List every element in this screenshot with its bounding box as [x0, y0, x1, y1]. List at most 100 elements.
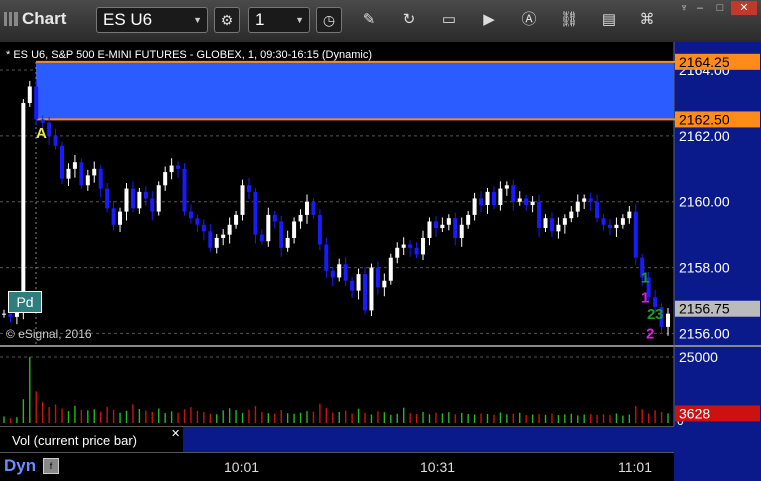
- minimize-button[interactable]: –: [690, 1, 710, 15]
- candle-body: [2, 313, 6, 315]
- candle-body: [607, 224, 612, 229]
- refresh-button[interactable]: ↻: [398, 9, 420, 31]
- refresh-icon: ↻: [402, 11, 416, 28]
- candle-body: [375, 267, 380, 288]
- price-band: [36, 61, 674, 120]
- candle-body: [279, 221, 284, 248]
- symbol-settings-button[interactable]: ⚙: [214, 7, 240, 33]
- band-price-label: 2164.25: [679, 54, 730, 70]
- candle-body: [595, 201, 600, 219]
- candle-body: [188, 211, 193, 219]
- maximize-button[interactable]: □: [710, 1, 730, 15]
- candle-body: [601, 218, 606, 225]
- axis-corner: [674, 426, 761, 481]
- candle-body: [543, 218, 548, 229]
- candle-body: [485, 191, 490, 206]
- window-title[interactable]: Chart: [4, 9, 66, 29]
- candle-body: [421, 237, 426, 255]
- candle-body: [111, 208, 116, 225]
- candle-body: [72, 162, 77, 169]
- trade-ticket-icon: ▭: [441, 11, 457, 28]
- minimize-icon: –: [696, 2, 704, 14]
- volume-panel-tab[interactable]: Vol (current price bar) ✕: [0, 426, 183, 453]
- symbol-select[interactable]: ES U6 ▼: [96, 7, 208, 33]
- candle-body: [208, 231, 213, 248]
- candle-body: [517, 198, 522, 202]
- candle-body: [266, 214, 271, 242]
- study-marker: 1: [641, 270, 649, 287]
- candle-body: [562, 218, 567, 225]
- candle-body: [459, 224, 464, 238]
- candle-body: [350, 280, 355, 291]
- candle-body: [118, 211, 123, 225]
- candle-body: [511, 185, 516, 202]
- price-chart[interactable]: 2164.002162.002160.002158.002156.002164.…: [0, 42, 761, 426]
- candle-body: [240, 185, 245, 215]
- comment-button[interactable]: ▤: [598, 9, 620, 31]
- candle-body: [176, 165, 181, 169]
- maximize-icon: □: [716, 2, 724, 14]
- band-price-label: 2162.50: [679, 111, 730, 127]
- candle-body: [214, 237, 219, 248]
- candle-body: [491, 191, 496, 206]
- draw-tool-button[interactable]: ✎: [358, 9, 380, 31]
- candle-body: [298, 214, 303, 222]
- candle-body: [479, 198, 484, 206]
- candle-body: [363, 274, 368, 311]
- candle-body: [227, 224, 232, 235]
- candle-body: [382, 280, 387, 288]
- candle-body: [105, 188, 110, 209]
- interval-clock-button[interactable]: ◷: [316, 7, 342, 33]
- candle-body: [234, 214, 239, 225]
- time-tick-label: 11:01: [618, 459, 652, 475]
- candle-body: [317, 214, 322, 245]
- candle-body: [150, 198, 155, 212]
- candle-body: [666, 313, 670, 327]
- symbol-value: ES U6: [103, 10, 153, 29]
- lock-icon[interactable]: f: [43, 458, 59, 474]
- copyright-text: © eSignal, 2016: [6, 327, 92, 341]
- study-marker: 1: [641, 289, 649, 306]
- price-tick-label: 2162.00: [679, 128, 730, 144]
- interval-value: 1: [255, 10, 265, 29]
- candle-body: [569, 211, 574, 219]
- comment-icon: ▤: [601, 11, 617, 28]
- candle-body: [356, 274, 361, 291]
- window-grip-icon[interactable]: [4, 12, 18, 26]
- candle-body: [582, 198, 587, 202]
- candle-body: [549, 218, 554, 232]
- close-button[interactable]: ✕: [731, 1, 757, 15]
- link-button[interactable]: ⛓: [558, 9, 580, 31]
- layout-button[interactable]: ⌘: [636, 9, 658, 31]
- interval-select[interactable]: 1 ▼: [248, 7, 310, 33]
- candle-body: [620, 218, 625, 225]
- candle-body: [466, 214, 471, 225]
- candle-body: [369, 267, 374, 311]
- candle-body: [472, 198, 477, 215]
- window-title-text: Chart: [22, 9, 67, 28]
- candle-body: [130, 188, 135, 209]
- volume-panel-label: Vol (current price bar): [12, 433, 137, 448]
- close-icon[interactable]: ✕: [171, 427, 180, 440]
- candle-body: [401, 244, 406, 248]
- replay-button[interactable]: ▶: [478, 9, 500, 31]
- trade-button[interactable]: ▭: [438, 9, 460, 31]
- time-axis[interactable]: [0, 452, 674, 481]
- time-tick-label: 10:31: [420, 459, 456, 475]
- candle-body: [8, 313, 13, 317]
- candle-body: [246, 185, 251, 192]
- panel-tab-strip: [183, 426, 674, 453]
- candle-body: [47, 122, 52, 136]
- price-tick-label: 2158.00: [679, 260, 730, 276]
- time-tick-label: 10:01: [224, 459, 260, 475]
- pin-icon: ♆: [679, 2, 689, 14]
- alert-button[interactable]: Ⓐ: [518, 9, 540, 31]
- layout-icon: ⌘: [639, 11, 655, 28]
- candle-body: [433, 221, 438, 229]
- candle-body: [427, 221, 432, 238]
- candle-body: [324, 244, 329, 271]
- candle-body: [259, 234, 264, 242]
- dynamic-mode-label[interactable]: Dyn: [4, 456, 36, 476]
- pd-badge[interactable]: Pd: [8, 291, 42, 313]
- candle-body: [504, 185, 509, 189]
